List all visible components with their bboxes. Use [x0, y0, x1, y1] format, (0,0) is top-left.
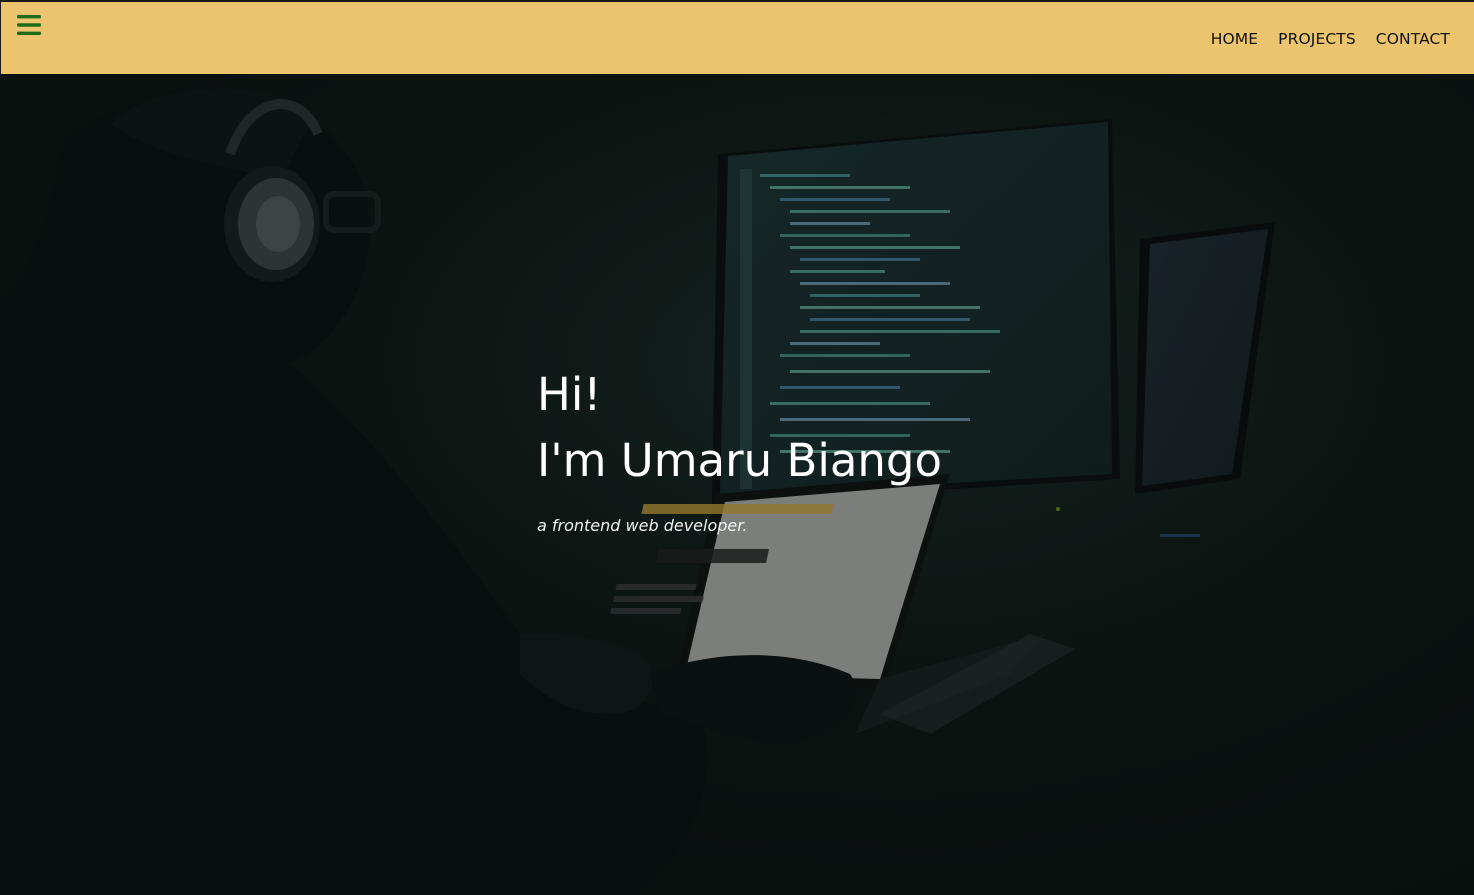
hero-greeting-line-2: I'm Umaru Biango: [537, 434, 943, 487]
hero-subtitle: a frontend web developer.: [537, 516, 748, 535]
hero-text-block: Hi! I'm Umaru Biango a frontend web deve…: [537, 362, 942, 535]
page: HOME PROJECTS CONTACT Hi! I'm Umaru Bian…: [0, 0, 1474, 895]
nav-link-projects[interactable]: PROJECTS: [1278, 30, 1356, 48]
hero-heading: Hi! I'm Umaru Biango: [537, 362, 942, 494]
nav-item-projects: PROJECTS: [1278, 29, 1356, 48]
nav-link-contact[interactable]: CONTACT: [1376, 30, 1450, 48]
nav-link-home[interactable]: HOME: [1211, 30, 1258, 48]
hero-greeting-line-1: Hi!: [537, 368, 602, 421]
hero-section: Hi! I'm Umaru Biango a frontend web deve…: [0, 74, 1474, 895]
nav-links: HOME PROJECTS CONTACT: [1211, 29, 1450, 48]
nav-item-home: HOME: [1211, 29, 1258, 48]
hamburger-menu-icon[interactable]: [11, 9, 47, 41]
top-navbar: HOME PROJECTS CONTACT: [0, 0, 1474, 74]
nav-item-contact: CONTACT: [1376, 29, 1450, 48]
